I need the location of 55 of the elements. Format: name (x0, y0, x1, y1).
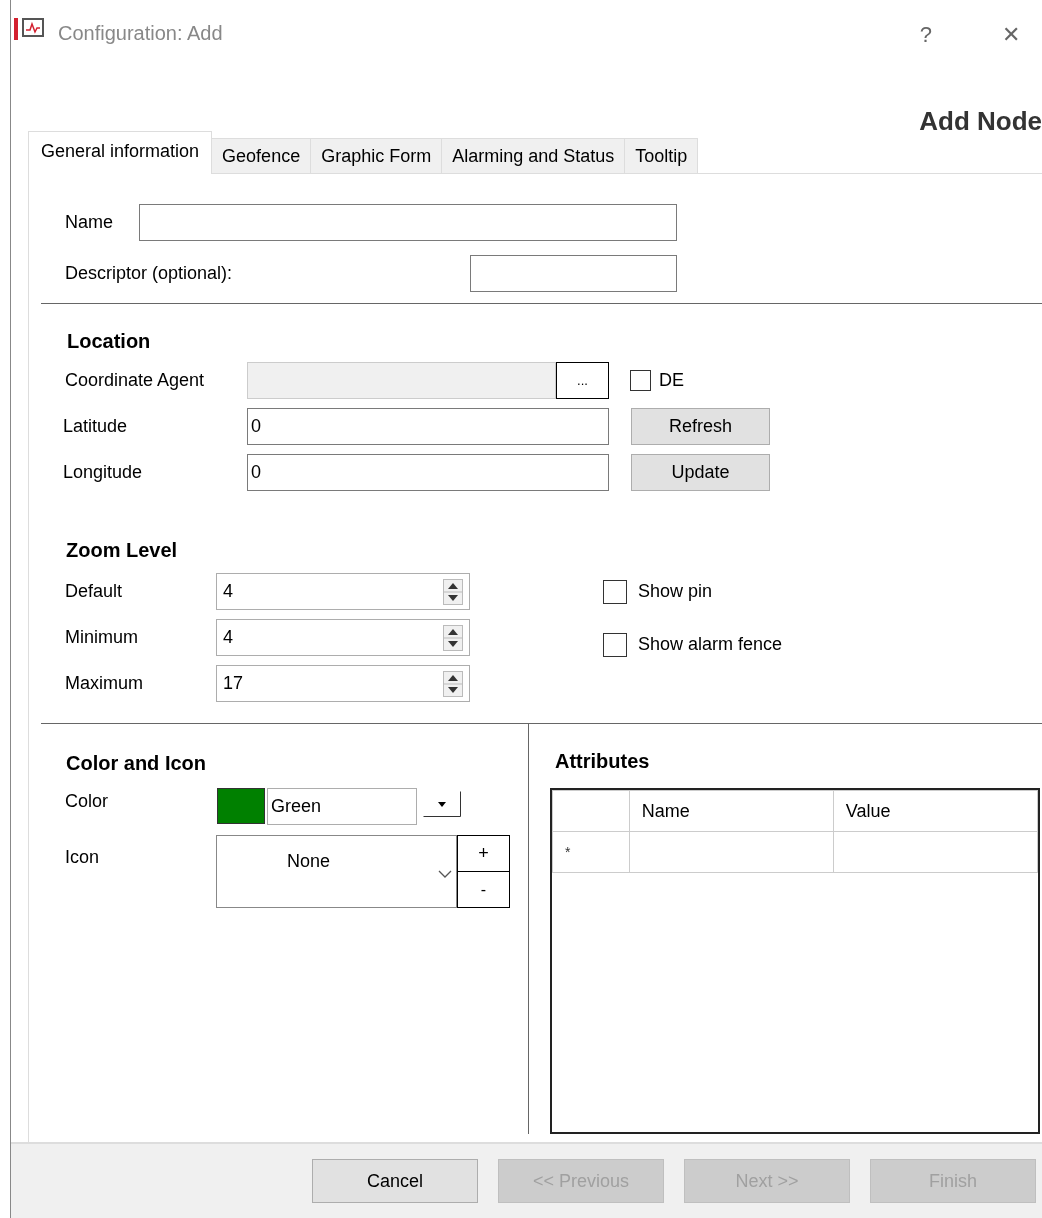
table-cell[interactable] (629, 831, 834, 873)
tab[interactable]: Alarming and Status (441, 138, 626, 173)
field-label: Maximum (65, 672, 144, 695)
coordinate-input[interactable]: 0 (247, 454, 609, 491)
field-label: Color (65, 790, 109, 813)
number-spinner[interactable]: 4 (216, 573, 470, 610)
checkbox[interactable] (603, 579, 627, 604)
name-input[interactable] (139, 204, 677, 241)
remove-button[interactable]: - (457, 872, 510, 908)
color-input[interactable]: Green (267, 788, 417, 825)
checkbox-label: DE (659, 369, 684, 392)
checkbox[interactable] (630, 370, 651, 391)
column-header: Value (833, 790, 1038, 832)
section-title: Color and Icon (66, 751, 207, 776)
dialog-button[interactable]: Cancel (312, 1159, 478, 1203)
field-label: Longitude (63, 461, 144, 484)
field-label: Default (65, 580, 124, 603)
action-button[interactable]: Refresh (631, 408, 770, 445)
field-label: Icon (65, 846, 101, 869)
dialog-heading: Add Node (918, 105, 1042, 138)
field-label: Minimum (65, 626, 139, 649)
checkbox[interactable] (603, 632, 627, 657)
help-button[interactable]: ? (919, 18, 932, 51)
dropdown-value: None (287, 850, 331, 873)
field-label: Descriptor (optional): (65, 262, 234, 285)
add-button[interactable]: + (457, 835, 510, 872)
descriptor-input[interactable] (470, 255, 677, 292)
icon-dropdown[interactable]: None (216, 835, 457, 908)
chevron-down-icon (438, 870, 452, 878)
number-spinner[interactable]: 4 (216, 619, 470, 656)
tab[interactable]: Geofence (211, 138, 312, 173)
section-title: Location (67, 329, 152, 354)
row-marker: * (552, 831, 630, 873)
dropdown-icon[interactable] (423, 791, 461, 817)
table-cell[interactable] (833, 831, 1038, 873)
attributes-table[interactable]: Name Value * (550, 788, 1040, 1134)
checkbox-label: Show pin (638, 580, 713, 603)
number-spinner[interactable]: 17 (216, 665, 470, 702)
section-title: Zoom Level (66, 538, 179, 563)
close-button[interactable]: ✕ (1002, 18, 1020, 51)
spin-arrows-icon[interactable] (443, 625, 463, 651)
column-header: Name (629, 790, 834, 832)
checkbox-label: Show alarm fence (638, 633, 783, 656)
spin-arrows-icon[interactable] (443, 671, 463, 697)
coordinate-input[interactable]: 0 (247, 408, 609, 445)
tab[interactable]: General information (28, 131, 213, 174)
section-title: Attributes (555, 749, 651, 774)
field-label: Coordinate Agent (65, 369, 206, 392)
action-button[interactable]: Update (631, 454, 770, 491)
tab[interactable]: Graphic Form (310, 138, 443, 173)
spin-arrows-icon[interactable] (443, 579, 463, 605)
field-label: Latitude (63, 415, 129, 438)
field-label: Name (65, 211, 114, 234)
tab[interactable]: Tooltip (624, 138, 699, 173)
window-title: Configuration: Add (58, 21, 223, 46)
